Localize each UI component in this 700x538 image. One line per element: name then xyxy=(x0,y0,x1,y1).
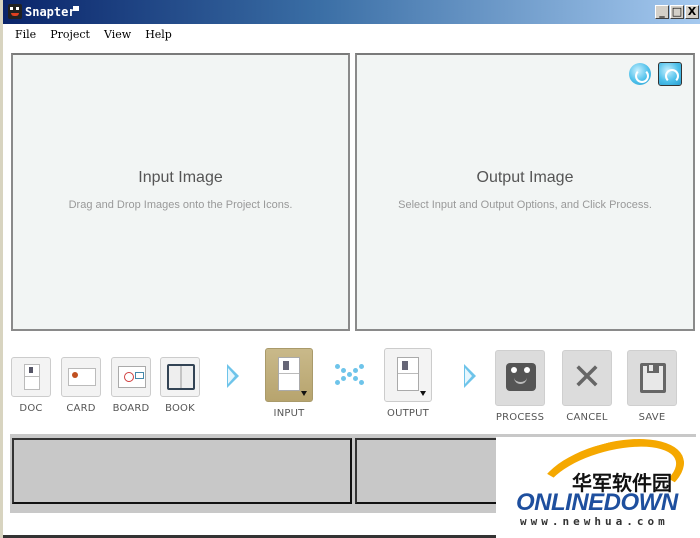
menu-project[interactable]: Project xyxy=(50,28,90,44)
card-box xyxy=(61,357,101,397)
title-bar[interactable]: Snapter _ □ X xyxy=(3,0,700,24)
card-label: CARD xyxy=(66,403,96,414)
dropdown-arrow-icon xyxy=(420,391,426,396)
dropdown-arrow-icon xyxy=(301,391,307,396)
input-thumbnail-slot[interactable] xyxy=(12,438,352,504)
process-button[interactable]: PROCESS xyxy=(492,350,548,423)
whiteboard-icon xyxy=(118,366,146,388)
maximize-button[interactable]: □ xyxy=(670,5,684,19)
save-label: SAVE xyxy=(638,412,666,423)
output-image-panel[interactable]: Output Image Select Input and Output Opt… xyxy=(355,53,695,331)
process-box xyxy=(495,350,545,406)
output-document-icon xyxy=(397,357,419,391)
input-label: INPUT xyxy=(273,408,305,419)
menu-file[interactable]: File xyxy=(15,28,36,44)
watermark-url: www.newhua.com xyxy=(520,515,669,528)
floppy-disk-icon xyxy=(640,363,666,393)
watermark-logo: 华军软件园 ONLINEDOWN www.newhua.com xyxy=(496,424,700,538)
flip-icon[interactable] xyxy=(658,62,682,86)
app-logo-icon xyxy=(8,4,22,19)
board-box xyxy=(111,357,151,397)
window-controls: _ □ X xyxy=(655,5,699,19)
book-button[interactable]: BOOK xyxy=(157,357,203,414)
swap-icon[interactable] xyxy=(335,362,367,388)
business-card-icon xyxy=(68,368,96,386)
board-label: BOARD xyxy=(112,403,150,414)
doc-label: DOC xyxy=(19,403,43,414)
cancel-label: CANCEL xyxy=(566,412,608,423)
watermark-brand: ONLINEDOWN xyxy=(516,489,678,516)
book-icon xyxy=(167,364,195,390)
save-box xyxy=(627,350,677,406)
menu-help[interactable]: Help xyxy=(145,28,172,44)
output-label: OUTPUT xyxy=(387,408,429,419)
menu-bar: File Project View Help xyxy=(15,28,172,44)
book-box xyxy=(160,357,200,397)
input-format-button[interactable]: INPUT xyxy=(263,348,315,419)
document-icon xyxy=(24,364,40,390)
app-window: Snapter _ □ X File Project View Help Inp… xyxy=(0,0,700,538)
cancel-box: ✕ xyxy=(562,350,612,406)
window-title: Snapter xyxy=(25,5,76,19)
input-box xyxy=(265,348,313,402)
input-image-panel[interactable]: Input Image Drag and Drop Images onto th… xyxy=(11,53,350,331)
x-icon: ✕ xyxy=(571,357,603,398)
doc-box xyxy=(11,357,51,397)
input-panel-hint: Drag and Drop Images onto the Project Ic… xyxy=(68,199,293,211)
input-document-icon xyxy=(278,357,300,391)
output-box xyxy=(384,348,432,402)
cancel-button[interactable]: ✕ CANCEL xyxy=(559,350,615,423)
minimize-button[interactable]: _ xyxy=(655,5,669,19)
card-button[interactable]: CARD xyxy=(58,357,104,414)
process-label: PROCESS xyxy=(495,412,545,423)
doc-button[interactable]: DOC xyxy=(9,357,53,414)
board-button[interactable]: BOARD xyxy=(108,357,154,414)
output-format-button[interactable]: OUTPUT xyxy=(382,348,434,419)
close-button[interactable]: X xyxy=(685,5,699,19)
output-panel-title: Output Image xyxy=(476,169,574,186)
book-label: BOOK xyxy=(165,403,195,414)
save-button[interactable]: SAVE xyxy=(624,350,680,423)
arrow-right-icon xyxy=(227,364,239,388)
output-panel-hint: Select Input and Output Options, and Cli… xyxy=(398,199,652,211)
input-panel-title: Input Image xyxy=(138,169,223,186)
arrow-right-icon xyxy=(464,364,476,388)
rotate-icon[interactable] xyxy=(629,63,651,85)
robot-icon xyxy=(506,363,536,391)
menu-view[interactable]: View xyxy=(104,28,131,44)
title-badge-icon xyxy=(73,6,79,11)
